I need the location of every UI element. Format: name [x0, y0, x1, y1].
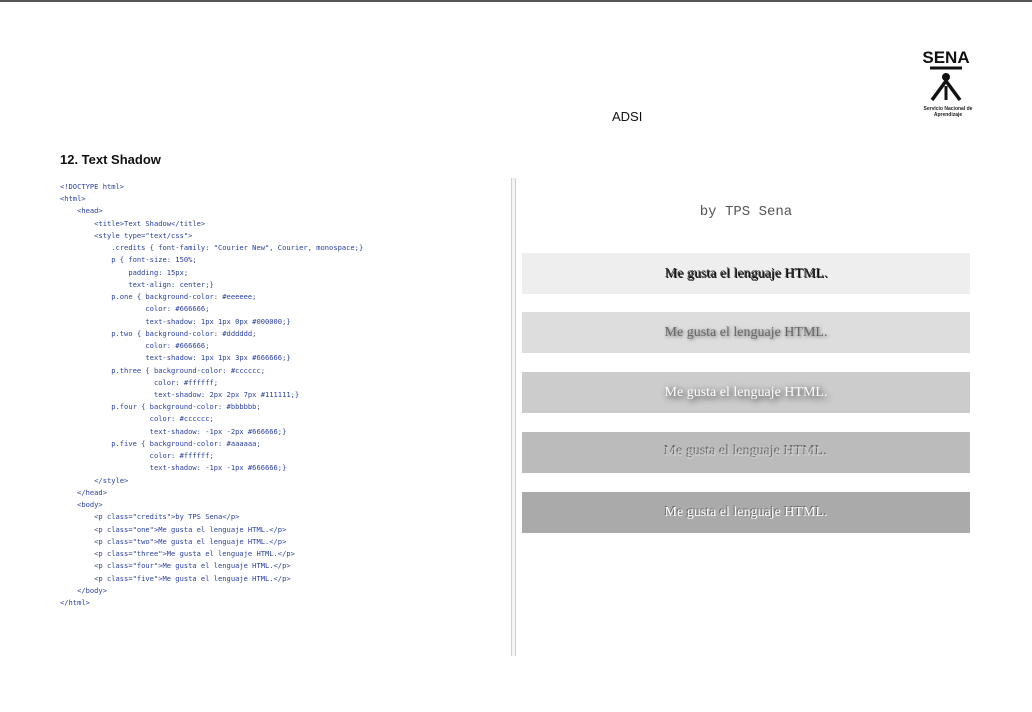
- code-line: color: #ffffff;: [60, 451, 214, 461]
- column-divider: [511, 178, 516, 656]
- code-line: <p class="credits">by TPS Sena</p>: [60, 512, 240, 522]
- code-line: text-shadow: 2px 2px 7px #111111;}: [60, 389, 300, 399]
- code-line: <p class="three">Me gusta el lenguaje HT…: [60, 549, 295, 559]
- preview-paragraph-one: Me gusta el lenguaje HTML.: [522, 253, 970, 294]
- code-line: color: #ffffff;: [60, 377, 219, 387]
- code-line: p { font-size: 150%;: [60, 255, 197, 265]
- preview-paragraph-five: Me gusta el lenguaje HTML.: [522, 492, 970, 533]
- code-line: <html>: [60, 194, 86, 204]
- code-line: <!DOCTYPE html>: [60, 182, 125, 191]
- code-line: p.one { background-color: #eeeeee;: [60, 292, 257, 302]
- preview-paragraph-two: Me gusta el lenguaje HTML.: [522, 312, 970, 353]
- code-line: <title>Text Shadow</title>: [60, 218, 206, 228]
- code-line: <p class="one">Me gusta el lenguaje HTML…: [60, 524, 287, 534]
- code-line: p.three { background-color: #cccccc;: [60, 365, 265, 375]
- code-line: </head>: [60, 487, 107, 497]
- code-line: text-shadow: -1px -1px #666666;}: [60, 463, 287, 473]
- code-line: <p class="five">Me gusta el lenguaje HTM…: [60, 573, 291, 583]
- preview-paragraph-three: Me gusta el lenguaje HTML.: [522, 372, 970, 413]
- code-line: <p class="four">Me gusta el lenguaje HTM…: [60, 561, 291, 571]
- code-line: p.four { background-color: #bbbbbb;: [60, 402, 261, 412]
- code-line: </html>: [60, 597, 90, 607]
- top-rule: [0, 0, 1032, 2]
- code-line: color: #666666;: [60, 304, 210, 314]
- code-line: </style>: [60, 475, 129, 485]
- logo-subtitle: Servicio Nacional de Aprendizaje: [923, 106, 973, 118]
- code-line: text-shadow: 1px 1px 3px #666666;}: [60, 353, 291, 363]
- code-line: p.five { background-color: #aaaaaa;: [60, 438, 261, 448]
- preview-paragraph-four: Me gusta el lenguaje HTML.: [522, 432, 970, 473]
- code-line: color: #cccccc;: [60, 414, 214, 424]
- code-listing: <!DOCTYPE html> <html> <head> <title>Text…: [60, 181, 363, 609]
- section-title: 12. Text Shadow: [60, 152, 161, 167]
- preview-credits: by TPS Sena: [699, 204, 793, 220]
- header-title: ADSI: [612, 109, 643, 124]
- code-line: color: #666666;: [60, 341, 210, 351]
- code-line: text-shadow: -1px -2px #666666;}: [60, 426, 287, 436]
- code-line: .credits { font-family: "Courier New", C…: [60, 243, 364, 253]
- code-line: padding: 15px;: [60, 267, 189, 277]
- code-line: text-align: center;}: [60, 279, 214, 289]
- code-line: text-shadow: 1px 1px 0px #000000;}: [60, 316, 291, 326]
- code-line: </body>: [60, 585, 107, 595]
- code-line: <style type="text/css">: [60, 230, 193, 240]
- code-line: <p class="two">Me gusta el lenguaje HTML…: [60, 536, 287, 546]
- code-line: p.two { background-color: #dddddd;: [60, 328, 257, 338]
- code-line: <body>: [60, 500, 103, 510]
- sena-logo: SENA Servicio Nacional de Aprendizaje: [912, 46, 980, 126]
- sena-logo-icon: [930, 66, 962, 102]
- code-line: <head>: [60, 206, 103, 216]
